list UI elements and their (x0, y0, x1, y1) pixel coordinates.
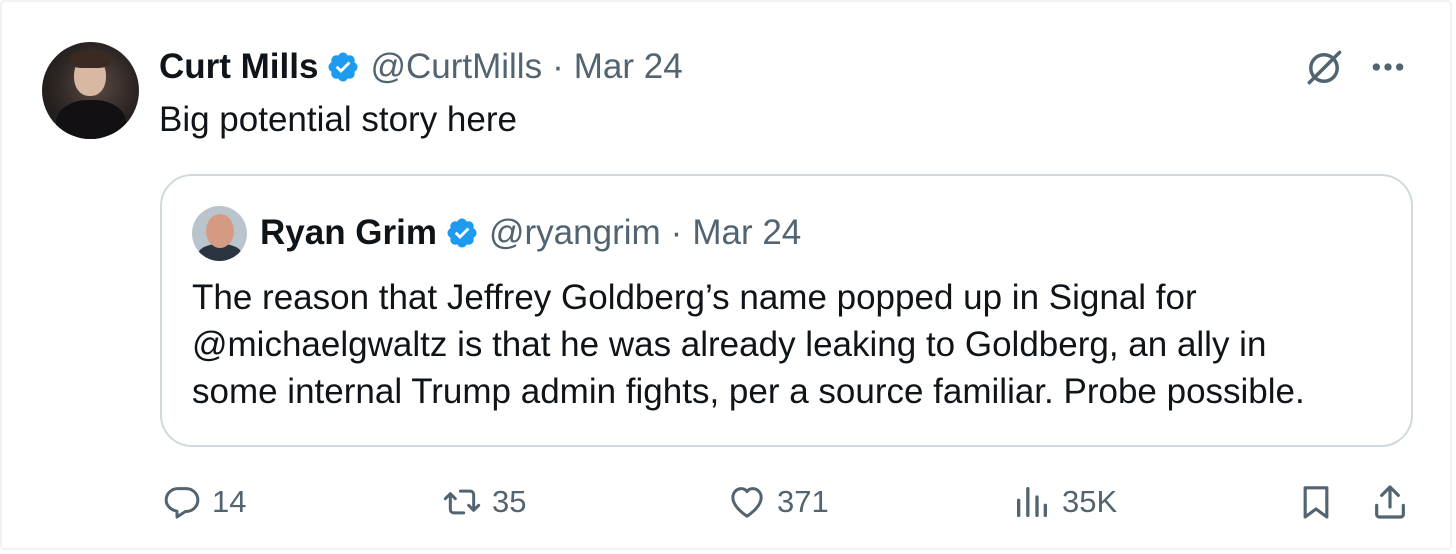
repost-button[interactable]: 35 (442, 480, 526, 524)
share-button[interactable] (1370, 480, 1410, 524)
action-bar: 14 35 371 35K (2, 472, 1456, 532)
tweet-card: Curt Mills @CurtMills · Mar 24 Big poten… (0, 0, 1452, 550)
views-icon (1017, 487, 1047, 517)
quoted-tweet-header: Ryan Grim @ryangrim · Mar 24 (260, 210, 801, 256)
quoted-text-line: @michaelgwaltz is that he was already le… (192, 325, 1267, 364)
views-count: 35K (1062, 484, 1118, 519)
quoted-author-avatar[interactable] (192, 206, 247, 261)
reply-count: 14 (212, 484, 247, 519)
verified-badge-icon (328, 52, 358, 82)
repost-icon (443, 489, 481, 515)
quoted-author-name[interactable]: Ryan Grim (260, 213, 437, 253)
quoted-tweet[interactable]: Ryan Grim @ryangrim · Mar 24 The reason … (160, 174, 1413, 447)
more-icon[interactable] (1368, 52, 1408, 82)
verified-badge-icon (447, 218, 477, 248)
author-name[interactable]: Curt Mills (159, 47, 318, 87)
grok-icon[interactable] (1302, 46, 1346, 90)
like-count: 371 (777, 484, 829, 519)
views-button[interactable]: 35K (1012, 480, 1117, 524)
quoted-author-handle[interactable]: @ryangrim (489, 213, 661, 253)
tweet-text: Big potential story here (159, 100, 517, 139)
bookmark-button[interactable] (1296, 480, 1336, 524)
separator-dot: · (552, 47, 564, 86)
separator-dot: · (670, 213, 683, 252)
author-handle[interactable]: @CurtMills (370, 47, 542, 87)
heart-icon (731, 487, 763, 518)
quoted-tweet-date[interactable]: Mar 24 (692, 213, 801, 253)
tweet-header: Curt Mills @CurtMills · Mar 24 (159, 42, 683, 92)
quoted-tweet-text: The reason that Jeffrey Goldberg’s name … (192, 274, 1305, 415)
bookmark-icon (1303, 486, 1329, 519)
reply-button[interactable]: 14 (162, 480, 246, 524)
quoted-text-line: The reason that Jeffrey Goldberg’s name … (192, 278, 1197, 317)
quoted-text-line: some internal Trump admin fights, per a … (192, 372, 1305, 411)
share-icon (1375, 485, 1405, 519)
like-button[interactable]: 371 (727, 480, 829, 524)
repost-count: 35 (492, 484, 527, 519)
tweet-date[interactable]: Mar 24 (574, 47, 683, 87)
reply-icon (164, 487, 200, 519)
author-avatar[interactable] (42, 42, 139, 139)
